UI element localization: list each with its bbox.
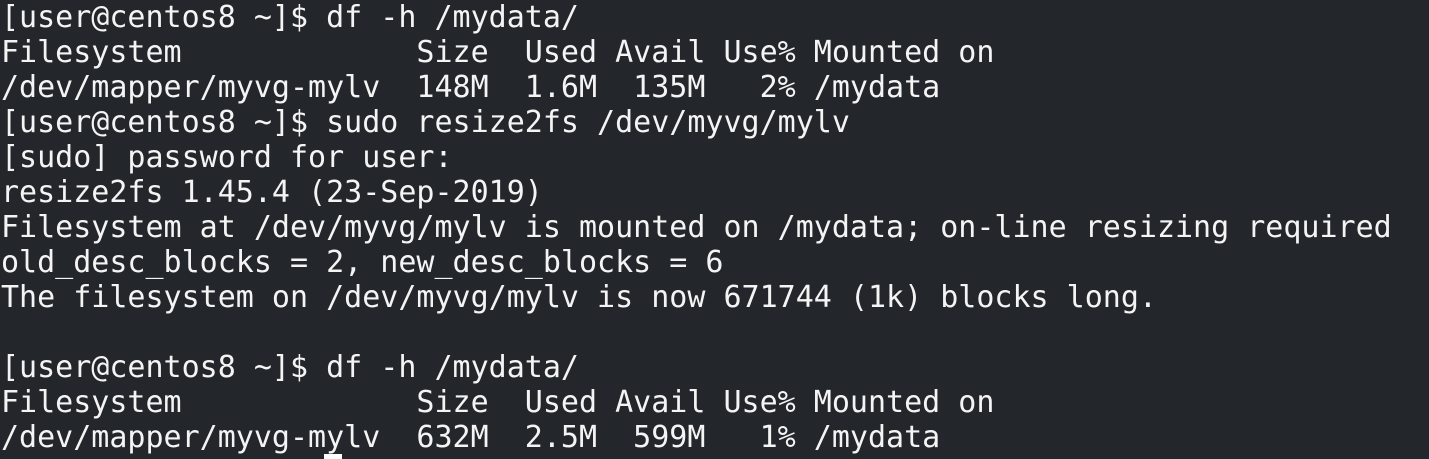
df-output-line: /dev/mapper/myvg-mylv 632M 2.5M 599M 1% …	[1, 420, 941, 455]
command-prompt-line: [user@centos8 ~]$ sudo resize2fs /dev/my…	[1, 105, 850, 140]
resize2fs-status-line: Filesystem at /dev/myvg/mylv is mounted …	[1, 210, 1392, 245]
command-prompt-line: [user@centos8 ~]$ df -h /mydata/	[1, 350, 579, 385]
sudo-password-prompt: [sudo] password for user:	[1, 140, 453, 175]
resize2fs-version-line: resize2fs 1.45.4 (23-Sep-2019)	[1, 175, 543, 210]
df-output-line: /dev/mapper/myvg-mylv 148M 1.6M 135M 2% …	[1, 70, 941, 105]
terminal-cursor	[324, 454, 342, 459]
resize2fs-blocks-line: old_desc_blocks = 2, new_desc_blocks = 6	[1, 245, 724, 280]
resize2fs-result-line: The filesystem on /dev/myvg/mylv is now …	[1, 280, 1157, 315]
df-header-line: Filesystem Size Used Avail Use% Mounted …	[1, 385, 995, 420]
terminal-window[interactable]: [user@centos8 ~]$ df -h /mydata/ Filesys…	[0, 0, 1429, 459]
command-prompt-line: [user@centos8 ~]$ df -h /mydata/	[1, 0, 579, 35]
df-header-line: Filesystem Size Used Avail Use% Mounted …	[1, 35, 995, 70]
